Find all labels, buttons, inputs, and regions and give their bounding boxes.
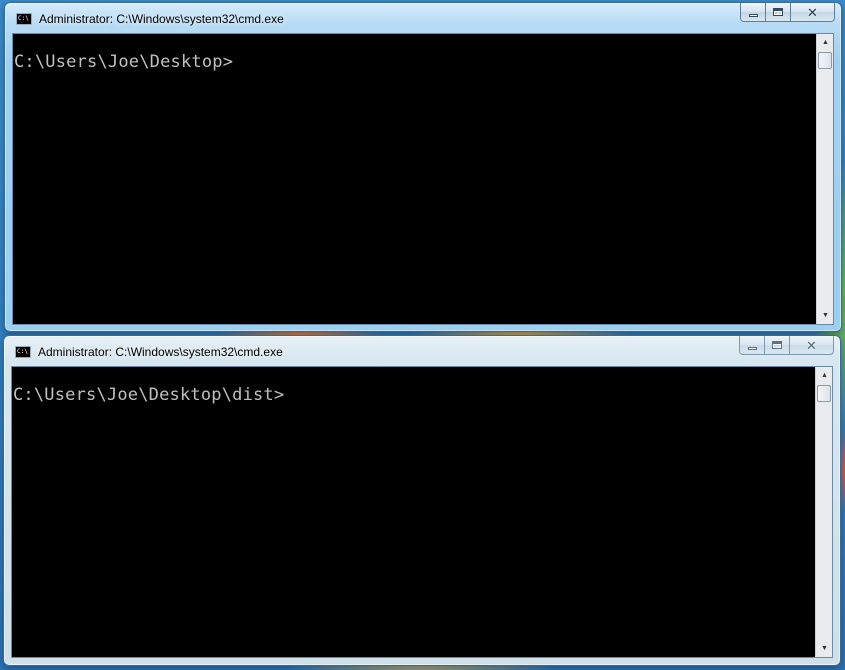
minimize-button[interactable] bbox=[740, 3, 766, 22]
vertical-scrollbar[interactable]: ▲ ▼ bbox=[815, 367, 832, 657]
close-icon: ✕ bbox=[807, 4, 818, 20]
minimize-button[interactable] bbox=[739, 336, 765, 355]
arrow-down-icon[interactable]: ▼ bbox=[817, 307, 834, 324]
cmd-icon[interactable]: C:\ bbox=[16, 13, 32, 25]
console-output: C:\Users\Joe\Desktop> bbox=[14, 52, 234, 72]
arrow-up-icon[interactable]: ▲ bbox=[816, 367, 833, 384]
console-output: C:\Users\Joe\Desktop\dist> bbox=[13, 385, 285, 405]
window-title: Administrator: C:\Windows\system32\cmd.e… bbox=[38, 345, 283, 359]
console-area[interactable]: C:\Users\Joe\Desktop\dist> ▲ ▼ bbox=[11, 366, 833, 658]
caption-buttons: ✕ bbox=[739, 336, 834, 356]
close-button[interactable]: ✕ bbox=[790, 336, 834, 355]
arrow-up-icon[interactable]: ▲ bbox=[817, 34, 834, 51]
close-icon: ✕ bbox=[806, 337, 817, 353]
vertical-scrollbar[interactable]: ▲ ▼ bbox=[816, 34, 833, 324]
maximize-button[interactable] bbox=[765, 336, 790, 355]
minimize-icon bbox=[748, 13, 758, 17]
arrow-down-icon[interactable]: ▼ bbox=[816, 640, 833, 657]
cmd-window-bottom[interactable]: C:\ Administrator: C:\Windows\system32\c… bbox=[3, 335, 841, 666]
scrollbar-thumb[interactable] bbox=[818, 52, 832, 69]
caption-buttons: ✕ bbox=[740, 3, 835, 23]
console-area[interactable]: C:\Users\Joe\Desktop> ▲ ▼ bbox=[12, 33, 834, 325]
maximize-icon bbox=[773, 8, 783, 16]
cmd-icon[interactable]: C:\ bbox=[15, 346, 31, 358]
cmd-window-top[interactable]: C:\ Administrator: C:\Windows\system32\c… bbox=[4, 2, 842, 332]
minimize-icon bbox=[747, 346, 757, 350]
window-title: Administrator: C:\Windows\system32\cmd.e… bbox=[39, 12, 284, 26]
title-bar[interactable]: C:\ Administrator: C:\Windows\system32\c… bbox=[4, 336, 840, 366]
maximize-icon bbox=[772, 341, 782, 349]
title-bar[interactable]: C:\ Administrator: C:\Windows\system32\c… bbox=[5, 3, 841, 33]
scrollbar-thumb[interactable] bbox=[817, 385, 831, 402]
close-button[interactable]: ✕ bbox=[791, 3, 835, 22]
maximize-button[interactable] bbox=[766, 3, 791, 22]
